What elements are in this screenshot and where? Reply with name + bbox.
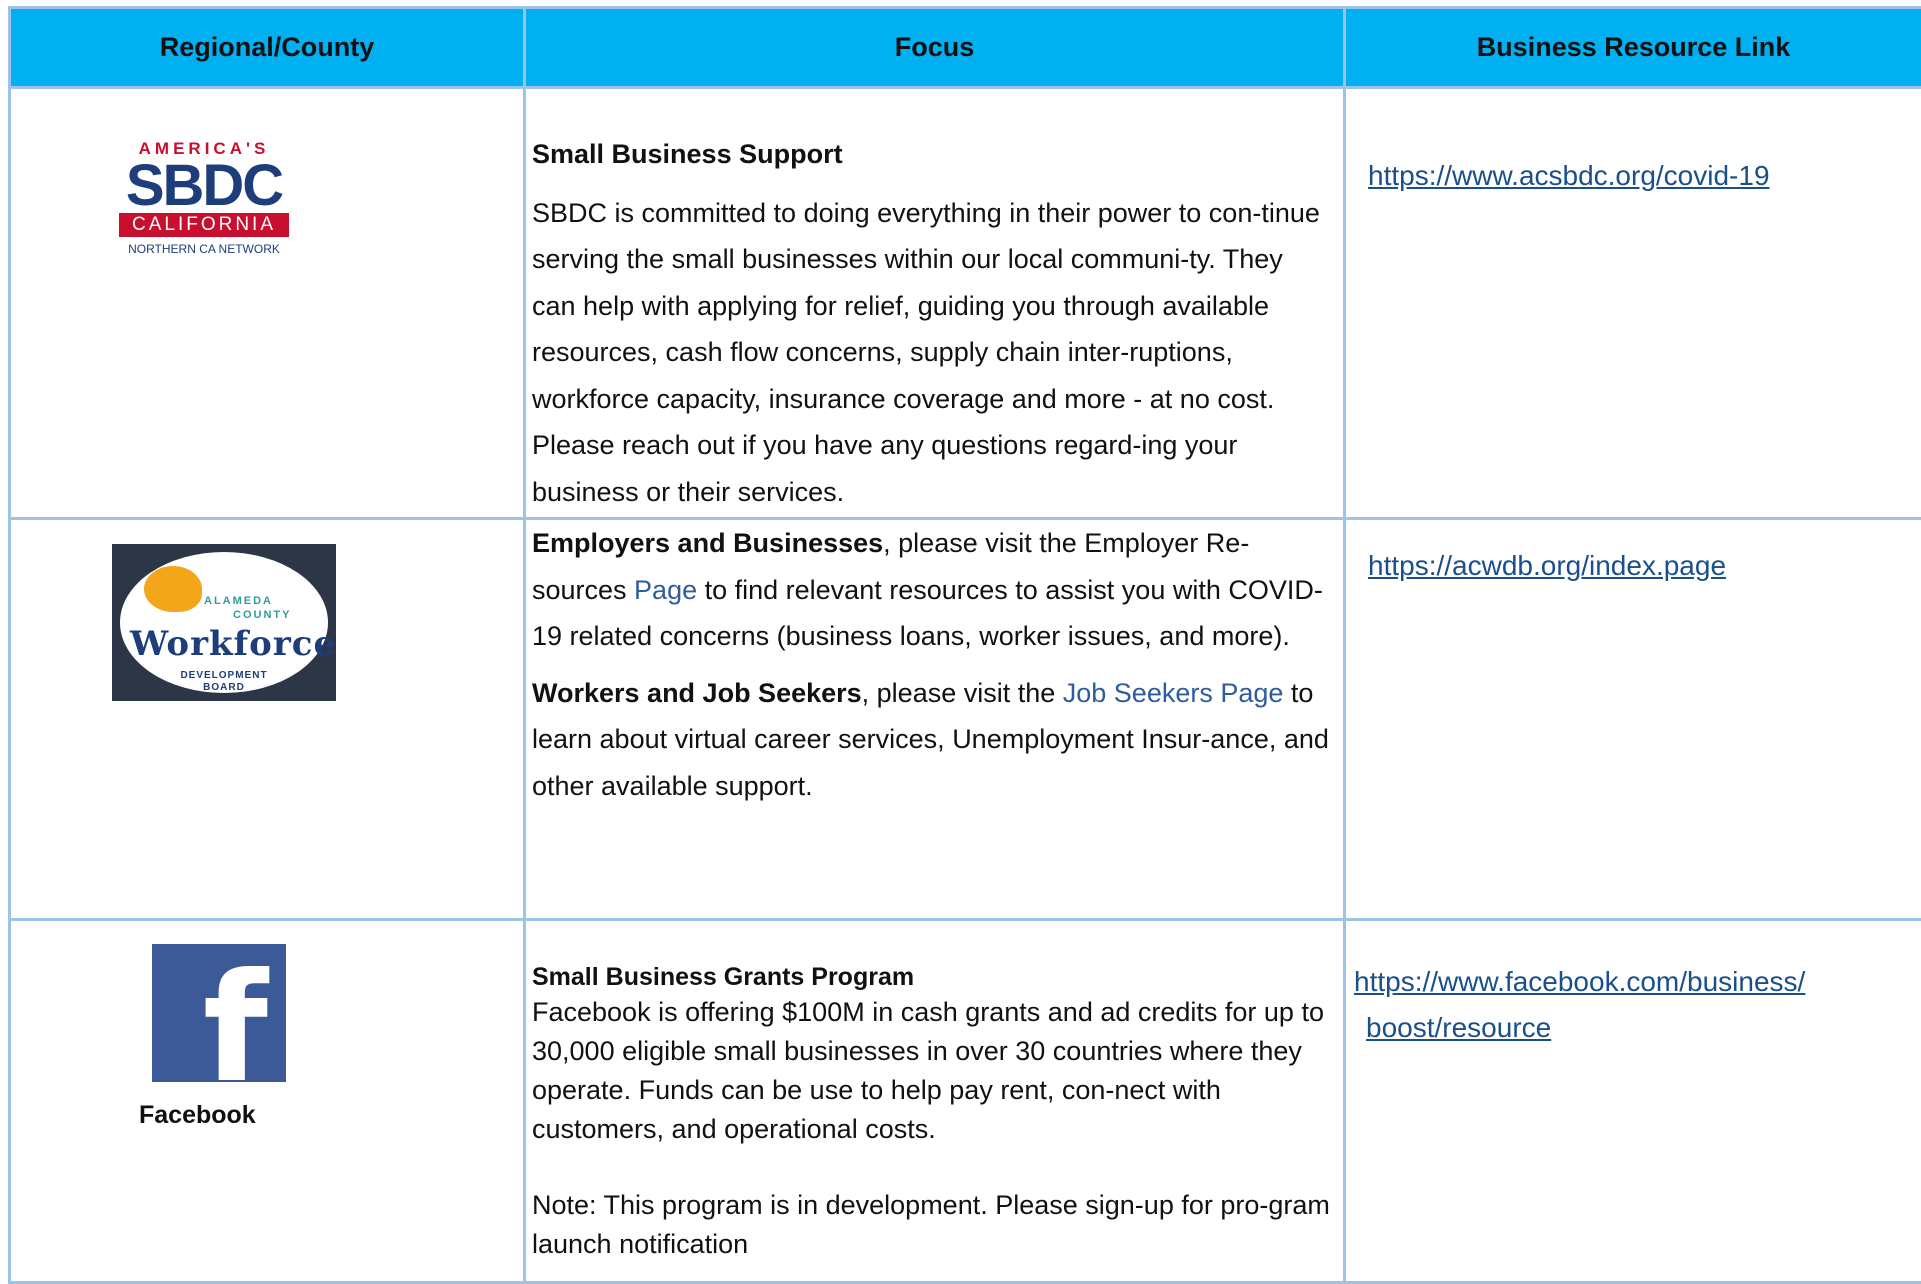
- sbdc-logo-main: SBDC: [119, 159, 289, 213]
- logo-cell: ALAMEDA COUNTY Workforce DEVELOPMENTBOAR…: [10, 519, 525, 920]
- focus-note: Note: This program is in development. Pl…: [532, 1186, 1333, 1264]
- sbdc-logo-sub: NORTHERN CA NETWORK: [119, 242, 289, 256]
- facebook-label: Facebook: [139, 1101, 256, 1130]
- resource-link-facebook-line2[interactable]: boost/resource: [1366, 1012, 1551, 1043]
- header-regional: Regional/County: [10, 8, 525, 88]
- sun-icon: [144, 566, 202, 612]
- resource-link-facebook-line1[interactable]: https://www.facebook.com/business/: [1354, 966, 1805, 997]
- focus-cell: Small Business Support SBDC is committed…: [525, 88, 1345, 519]
- resource-link-acwdb[interactable]: https://acwdb.org/index.page: [1368, 550, 1726, 581]
- acwdb-logo-line1: ALAMEDA: [204, 595, 273, 607]
- job-seekers-link[interactable]: Job Seekers Page: [1063, 678, 1284, 708]
- resource-table: Regional/County Focus Business Resource …: [8, 6, 1921, 1284]
- focus-paragraph-employers: Employers and Businesses, please visit t…: [532, 520, 1333, 660]
- logo-cell: AMERICA'S SBDC CALIFORNIA NORTHERN CA NE…: [10, 88, 525, 519]
- link-cell: https://acwdb.org/index.page: [1345, 519, 1921, 920]
- focus-cell: Employers and Businesses, please visit t…: [525, 519, 1345, 920]
- focus-paragraph-workers: Workers and Job Seekers, please visit th…: [532, 670, 1333, 810]
- header-link: Business Resource Link: [1345, 8, 1921, 88]
- focus-cell: Small Business Grants Program Facebook i…: [525, 920, 1345, 1283]
- acwdb-logo: ALAMEDA COUNTY Workforce DEVELOPMENTBOAR…: [112, 544, 336, 701]
- resource-link-sbdc[interactable]: https://www.acsbdc.org/covid-19: [1368, 160, 1770, 191]
- header-focus: Focus: [525, 8, 1345, 88]
- logo-cell: f Facebook: [10, 920, 525, 1283]
- acwdb-logo-main: Workforce: [130, 624, 318, 664]
- header-row: Regional/County Focus Business Resource …: [10, 8, 1921, 88]
- acwdb-logo-sub: DEVELOPMENTBOARD: [150, 670, 298, 694]
- table-row: ALAMEDA COUNTY Workforce DEVELOPMENTBOAR…: [10, 519, 1921, 920]
- link-cell: https://www.acsbdc.org/covid-19: [1345, 88, 1921, 519]
- acwdb-logo-line2: COUNTY: [233, 609, 291, 621]
- employer-resources-link[interactable]: Page: [634, 575, 697, 605]
- sbdc-logo-band: CALIFORNIA: [119, 213, 289, 237]
- link-cell: https://www.facebook.com/business/ boost…: [1345, 920, 1921, 1283]
- table-row: AMERICA'S SBDC CALIFORNIA NORTHERN CA NE…: [10, 88, 1921, 519]
- focus-heading: Small Business Support: [532, 131, 1333, 178]
- facebook-icon: f: [152, 944, 286, 1082]
- focus-heading: Small Business Grants Program: [532, 961, 1333, 993]
- focus-body: SBDC is committed to doing everything in…: [532, 190, 1333, 516]
- table-row: f Facebook Small Business Grants Program…: [10, 920, 1921, 1283]
- sbdc-logo: AMERICA'S SBDC CALIFORNIA NORTHERN CA NE…: [119, 139, 289, 256]
- focus-body: Facebook is offering $100M in cash grant…: [532, 993, 1333, 1149]
